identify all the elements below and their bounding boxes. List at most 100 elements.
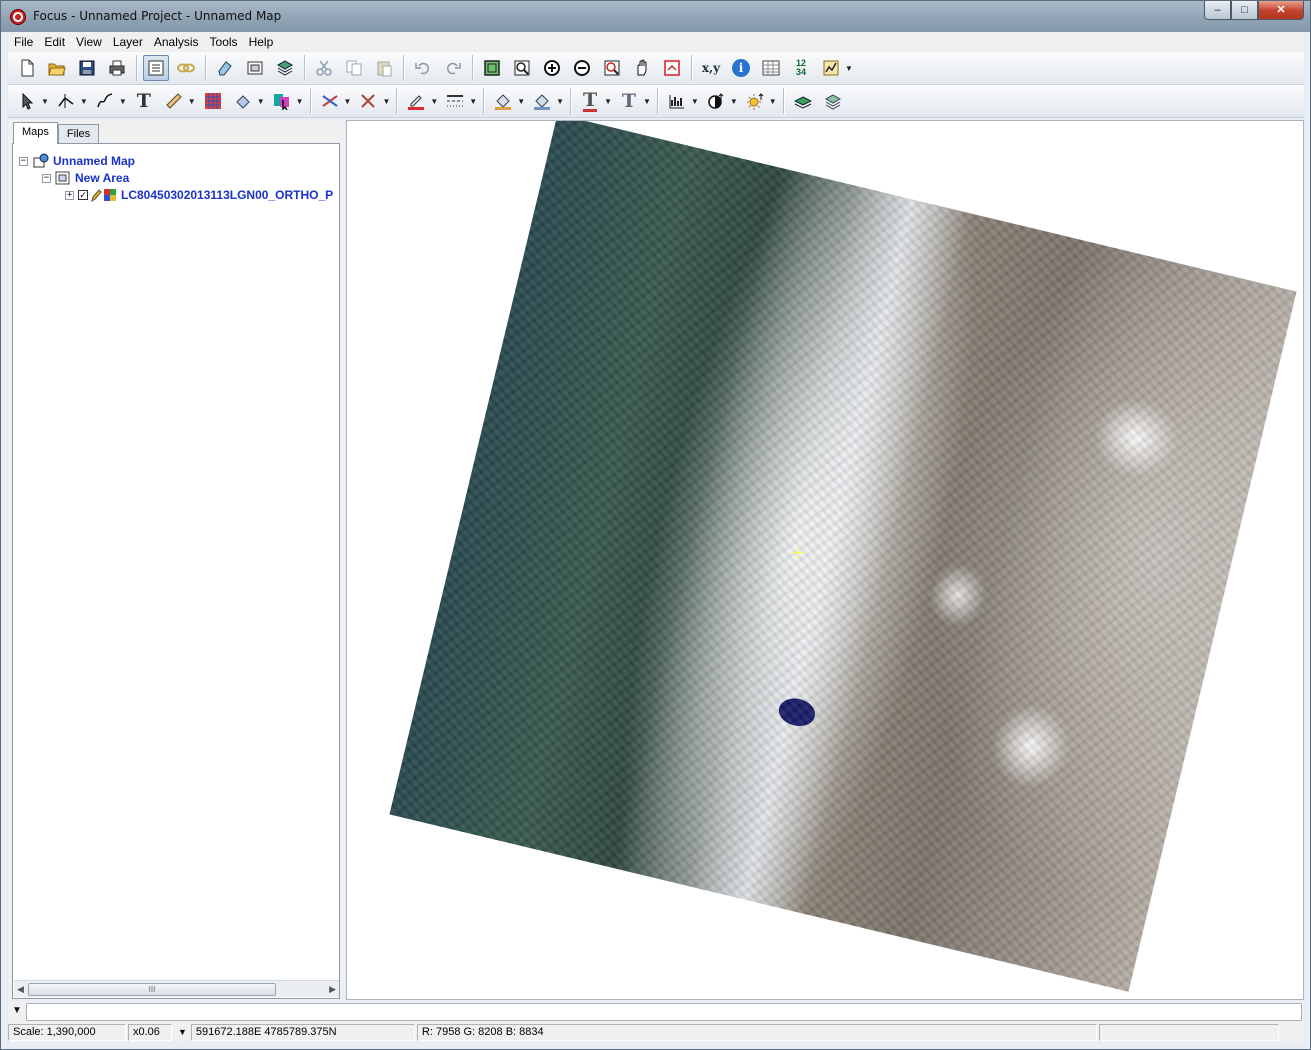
add-layer-button[interactable] bbox=[790, 88, 816, 114]
select-dropdown-arrow[interactable]: ▼ bbox=[41, 97, 49, 106]
line-color-dropdown-arrow[interactable]: ▼ bbox=[430, 97, 438, 106]
tree-horizontal-scrollbar[interactable]: ◀ III ▶ bbox=[14, 980, 339, 997]
menu-analysis[interactable]: Analysis bbox=[148, 35, 204, 49]
scroll-left-arrow[interactable]: ◀ bbox=[17, 984, 24, 995]
cut-button[interactable] bbox=[311, 55, 337, 81]
layers-icon bbox=[276, 60, 294, 76]
menu-view[interactable]: View bbox=[70, 35, 107, 49]
pixel-grid-icon bbox=[204, 93, 221, 109]
line-tool-button[interactable] bbox=[92, 88, 118, 114]
scroll-right-arrow[interactable]: ▶ bbox=[329, 984, 336, 995]
chart-button[interactable] bbox=[818, 55, 844, 81]
ruler-dropdown-arrow[interactable]: ▼ bbox=[188, 97, 196, 106]
menu-help[interactable]: Help bbox=[243, 35, 279, 49]
undo-button[interactable] bbox=[410, 55, 436, 81]
brightness-button[interactable] bbox=[742, 88, 768, 114]
shape-color-dropdown-arrow[interactable]: ▼ bbox=[296, 97, 304, 106]
zoom-in-button[interactable] bbox=[539, 55, 565, 81]
tree-item-area[interactable]: − New Area bbox=[42, 170, 129, 186]
fill-color-dropdown-arrow[interactable]: ▼ bbox=[517, 97, 525, 106]
text-style-dropdown-arrow[interactable]: ▼ bbox=[643, 97, 651, 106]
fill-color-button[interactable] bbox=[490, 88, 516, 114]
close-button[interactable]: ✕ bbox=[1258, 1, 1304, 20]
zoom-extent-button[interactable] bbox=[479, 55, 505, 81]
text-color-button[interactable]: T bbox=[577, 88, 603, 114]
eraser-button[interactable] bbox=[212, 55, 238, 81]
vertex-dropdown-arrow[interactable]: ▼ bbox=[80, 97, 88, 106]
satellite-image[interactable] bbox=[389, 121, 1297, 992]
layer-visibility-checkbox[interactable]: ✓ bbox=[78, 190, 88, 200]
shape-color-button[interactable] bbox=[269, 88, 295, 114]
text-style-button[interactable]: T bbox=[616, 88, 642, 114]
enhancement-dropdown-arrow[interactable]: ▼ bbox=[691, 97, 699, 106]
tree-item-layer[interactable]: + ✓ LC80450302013113LGN00_ORTHO_P bbox=[65, 187, 333, 203]
tab-maps[interactable]: Maps bbox=[13, 122, 58, 144]
layers-button[interactable] bbox=[272, 55, 298, 81]
menu-tools[interactable]: Tools bbox=[204, 35, 243, 49]
select-tool-button[interactable] bbox=[14, 88, 40, 114]
frame-button[interactable] bbox=[242, 55, 268, 81]
map-view-button[interactable] bbox=[143, 55, 169, 81]
edit-vertex-dropdown-arrow[interactable]: ▼ bbox=[344, 97, 352, 106]
text-tool-button[interactable]: T bbox=[131, 88, 157, 114]
chart-dropdown-arrow[interactable]: ▼ bbox=[845, 64, 853, 73]
minimize-button[interactable]: – bbox=[1204, 1, 1231, 20]
redo-button[interactable] bbox=[440, 55, 466, 81]
undo-icon bbox=[415, 62, 430, 75]
zoom-layer-button[interactable] bbox=[599, 55, 625, 81]
menu-file[interactable]: File bbox=[8, 35, 38, 49]
brightness-dropdown-arrow[interactable]: ▼ bbox=[769, 97, 777, 106]
layer-manager-button[interactable] bbox=[820, 88, 846, 114]
link-button[interactable] bbox=[173, 55, 199, 81]
menu-layer[interactable]: Layer bbox=[107, 35, 148, 49]
reshape-dropdown-arrow[interactable]: ▼ bbox=[382, 97, 390, 106]
contrast-dropdown-arrow[interactable]: ▼ bbox=[730, 97, 738, 106]
focus-app-icon[interactable] bbox=[10, 9, 26, 25]
menu-edit[interactable]: Edit bbox=[38, 35, 70, 49]
paste-button[interactable] bbox=[371, 55, 397, 81]
enhancement-button[interactable] bbox=[664, 88, 690, 114]
zoom-out-button[interactable] bbox=[569, 55, 595, 81]
info-button[interactable]: i bbox=[728, 55, 754, 81]
collapse-icon[interactable]: − bbox=[19, 156, 28, 166]
map-canvas[interactable] bbox=[346, 120, 1304, 1000]
expand-icon[interactable]: + bbox=[65, 190, 74, 200]
pixel-grid-button[interactable] bbox=[200, 88, 226, 114]
previous-extent-button[interactable] bbox=[659, 55, 685, 81]
contrast-button[interactable] bbox=[703, 88, 729, 114]
copy-button[interactable] bbox=[341, 55, 367, 81]
title-bar[interactable]: Focus - Unnamed Project - Unnamed Map – … bbox=[1, 1, 1310, 32]
map-name: Unnamed Map bbox=[53, 154, 136, 168]
message-field[interactable] bbox=[26, 1003, 1302, 1021]
open-button[interactable] bbox=[44, 55, 70, 81]
line-style-button[interactable] bbox=[442, 88, 468, 114]
line-style-dropdown-arrow[interactable]: ▼ bbox=[469, 97, 477, 106]
zoom-window-button[interactable] bbox=[509, 55, 535, 81]
text-color-dropdown-arrow[interactable]: ▼ bbox=[604, 97, 612, 106]
pan-button[interactable] bbox=[629, 55, 655, 81]
collapse-icon[interactable]: − bbox=[42, 173, 51, 183]
coordinates-button[interactable]: x,y bbox=[698, 55, 724, 81]
fill-pattern-dropdown-arrow[interactable]: ▼ bbox=[556, 97, 564, 106]
message-dropdown-arrow[interactable]: ▼ bbox=[12, 1005, 22, 1016]
tab-files[interactable]: Files bbox=[57, 124, 100, 144]
new-file-button[interactable] bbox=[14, 55, 40, 81]
print-button[interactable] bbox=[104, 55, 130, 81]
reshape-button[interactable] bbox=[355, 88, 381, 114]
line-dropdown-arrow[interactable]: ▼ bbox=[119, 97, 127, 106]
line-color-button[interactable] bbox=[403, 88, 429, 114]
table-button[interactable] bbox=[758, 55, 784, 81]
fill-tool-button[interactable] bbox=[230, 88, 256, 114]
tree-item-map[interactable]: − Unnamed Map bbox=[19, 153, 135, 169]
zoom-dropdown-arrow[interactable]: ▼ bbox=[178, 1027, 187, 1037]
fill-dropdown-arrow[interactable]: ▼ bbox=[257, 97, 265, 106]
edit-vertex-button[interactable] bbox=[317, 88, 343, 114]
fill-pattern-button[interactable] bbox=[529, 88, 555, 114]
numbering-button[interactable]: 12 34 bbox=[788, 55, 814, 81]
scrollbar-thumb[interactable]: III bbox=[28, 983, 276, 996]
vertex-tool-button[interactable] bbox=[53, 88, 79, 114]
save-button[interactable] bbox=[74, 55, 100, 81]
maximize-button[interactable]: □ bbox=[1231, 1, 1258, 20]
toolbar-separator bbox=[472, 55, 474, 81]
ruler-tool-button[interactable] bbox=[161, 88, 187, 114]
